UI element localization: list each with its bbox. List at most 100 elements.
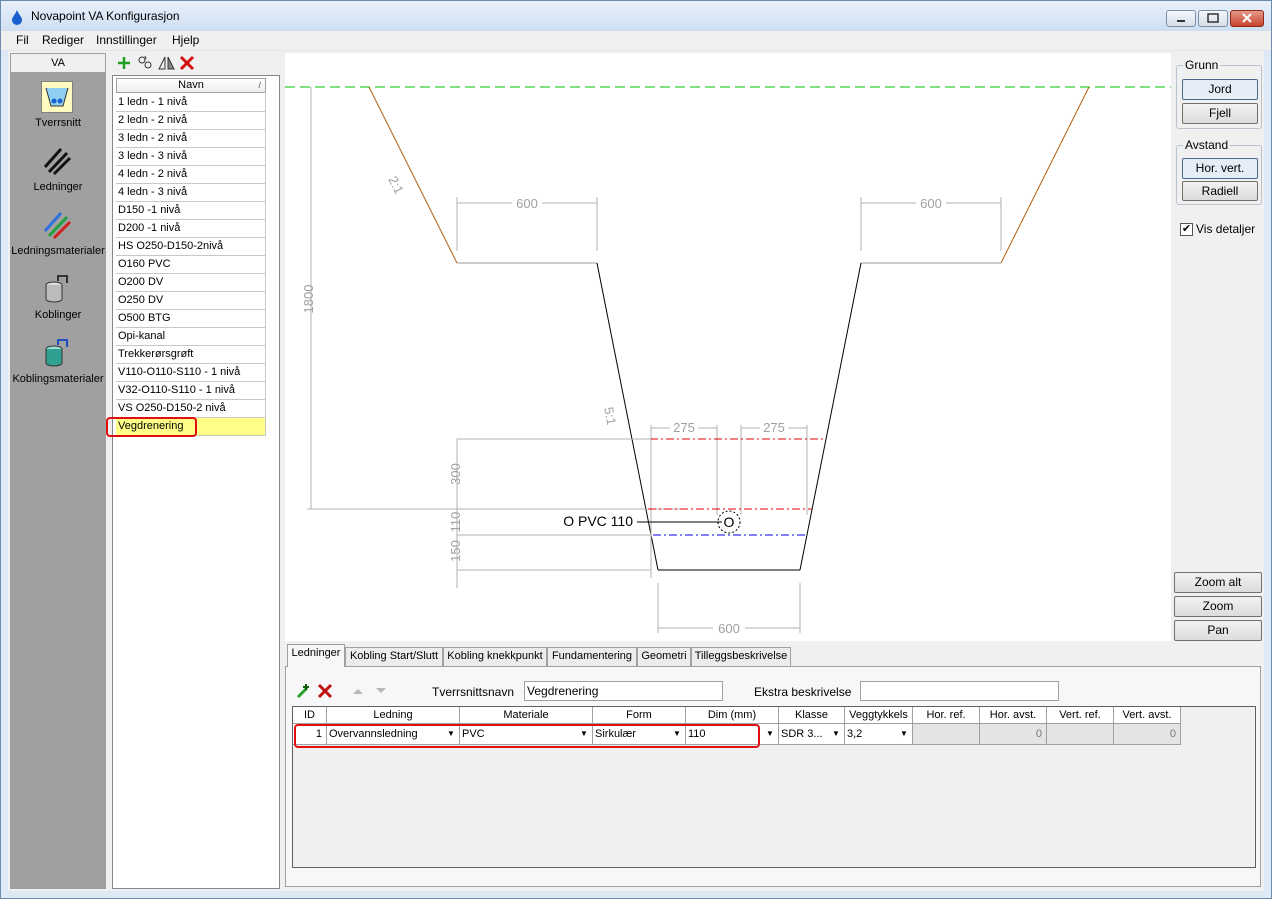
add-row-button[interactable] (294, 683, 312, 702)
tverrsnittsnavn-label: Tverrsnittsnavn (432, 685, 515, 699)
pan-button[interactable]: Pan (1174, 620, 1262, 641)
cross-section-canvas[interactable]: 1800 2:1 5:1 600 600 275 275 300 110 150… (285, 53, 1171, 641)
mirror-button[interactable] (158, 55, 176, 71)
ekstra-beskrivelse-input[interactable] (860, 681, 1059, 701)
delete-row-button[interactable] (317, 683, 333, 702)
list-item[interactable]: 4 ledn - 3 nivå (116, 184, 266, 202)
dim-slope-upper-label: 2:1 (385, 174, 407, 197)
list-item[interactable]: Trekkerørsgrøft (116, 346, 266, 364)
col-vert-ref[interactable]: Vert. ref. (1047, 707, 1114, 724)
col-form[interactable]: Form (593, 707, 686, 724)
couplings-icon (41, 273, 73, 305)
list-item[interactable]: 1 ledn - 1 nivå (116, 94, 266, 112)
list-item[interactable]: 3 ledn - 2 nivå (116, 130, 266, 148)
menu-rediger[interactable]: Rediger (42, 33, 84, 47)
sidebar-item-koblingsmaterialer[interactable]: Koblingsmaterialer (10, 331, 106, 395)
radiell-button[interactable]: Radiell (1182, 181, 1258, 201)
cell-vert-avst[interactable]: 0 (1114, 724, 1181, 745)
sidebar-label-tverrsnitt: Tverrsnitt (35, 117, 81, 129)
sidebar-item-koblinger[interactable]: Koblinger (10, 267, 106, 331)
list-item[interactable]: D150 -1 nivå (116, 202, 266, 220)
delete-button[interactable] (179, 55, 197, 71)
col-id[interactable]: ID (293, 707, 327, 724)
list-item[interactable]: O160 PVC (116, 256, 266, 274)
sidebar: VA Tverrsnitt Ledninger Ledningsmaterial… (10, 53, 106, 889)
menu-bar: Fil Rediger Innstillinger Hjelp (1, 31, 1271, 50)
chevron-down-icon[interactable]: ▼ (897, 726, 911, 741)
add-button[interactable] (116, 55, 134, 71)
tab-kobling-knekkpunkt[interactable]: Kobling knekkpunkt (443, 647, 547, 666)
copy-button[interactable] (137, 55, 155, 71)
col-hor-ref[interactable]: Hor. ref. (913, 707, 980, 724)
dim-pipe-label: 110 (448, 512, 463, 533)
zoom-alt-button[interactable]: Zoom alt (1174, 572, 1262, 593)
list-item[interactable]: VS O250-D150-2 nivå (116, 400, 266, 418)
tab-fundamentering[interactable]: Fundamentering (547, 647, 637, 666)
col-vert-avst[interactable]: Vert. avst. (1114, 707, 1181, 724)
cell-veggtykkels[interactable]: 3,2 ▼ (845, 724, 913, 745)
menu-innstillinger[interactable]: Innstillinger (96, 33, 157, 47)
move-down-button[interactable] (375, 685, 387, 699)
coupling-materials-icon (41, 337, 73, 369)
list-item[interactable]: Opi-kanal (116, 328, 266, 346)
list-item[interactable]: 3 ledn - 3 nivå (116, 148, 266, 166)
tab-page-ledninger: Tverrsnittsnavn Vegdrenering Ekstra besk… (285, 666, 1261, 887)
col-materiale[interactable]: Materiale (460, 707, 593, 724)
hor-vert-button[interactable]: Hor. vert. (1182, 158, 1258, 179)
maximize-icon (1207, 13, 1219, 23)
cell-hor-avst[interactable]: 0 (980, 724, 1047, 745)
vis-detaljer-checkbox[interactable]: ✔ (1180, 223, 1193, 236)
zoom-button[interactable]: Zoom (1174, 596, 1262, 617)
dim-offset-left-label: 275 (673, 420, 695, 435)
col-klasse[interactable]: Klasse (779, 707, 845, 724)
sidebar-item-ledninger[interactable]: Ledninger (10, 139, 106, 203)
tab-geometri[interactable]: Geometri (637, 647, 691, 666)
right-panel: Grunn Jord Fjell Avstand Hor. vert. Radi… (1174, 53, 1264, 641)
tab-ledninger[interactable]: Ledninger (287, 644, 345, 667)
cell-vert-ref[interactable] (1047, 724, 1114, 745)
sidebar-item-ledningsmaterialer[interactable]: Ledningsmaterialer (10, 203, 106, 267)
col-hor-avst[interactable]: Hor. avst. (980, 707, 1047, 724)
tab-tilleggsbeskrivelse[interactable]: Tilleggsbeskrivelse (691, 647, 791, 666)
list-item[interactable]: 2 ledn - 2 nivå (116, 112, 266, 130)
chevron-down-icon[interactable]: ▼ (763, 726, 777, 741)
sidebar-header-va[interactable]: VA (10, 53, 106, 73)
minimize-icon (1177, 20, 1185, 22)
app-window: Novapoint VA Konfigurasjon Fil Rediger I… (0, 0, 1272, 899)
slope-right-upper (1000, 86, 1090, 264)
copy-icon (138, 55, 152, 69)
arrow-down-icon (376, 688, 386, 693)
maximize-button[interactable] (1198, 10, 1228, 27)
list-header-navn[interactable]: Navn / (116, 78, 266, 93)
vis-detaljer-label: Vis detaljer (1196, 222, 1256, 236)
list-item[interactable]: D200 -1 nivå (116, 220, 266, 238)
grunn-label: Grunn (1183, 58, 1221, 72)
col-dim[interactable]: Dim (mm) (686, 707, 779, 724)
menu-fil[interactable]: Fil (16, 33, 29, 47)
col-ledning[interactable]: Ledning (327, 707, 460, 724)
list-item[interactable]: HS O250-D150-2nivå (116, 238, 266, 256)
jord-button[interactable]: Jord (1182, 79, 1258, 100)
close-button[interactable] (1230, 10, 1264, 27)
mirror-icon (158, 56, 175, 70)
water-drop-icon (12, 10, 22, 25)
tab-kobling-start-slutt[interactable]: Kobling Start/Slutt (345, 647, 443, 666)
list-item[interactable]: V32-O110-S110 - 1 nivå (116, 382, 266, 400)
cell-hor-ref[interactable] (913, 724, 980, 745)
list-item[interactable]: V110-O110-S110 - 1 nivå (116, 364, 266, 382)
cell-klasse[interactable]: SDR 3... ▼ (779, 724, 845, 745)
list-item[interactable]: O200 DV (116, 274, 266, 292)
list-item[interactable]: O500 BTG (116, 310, 266, 328)
list-item[interactable]: 4 ledn - 2 nivå (116, 166, 266, 184)
chevron-down-icon[interactable]: ▼ (829, 726, 843, 741)
menu-hjelp[interactable]: Hjelp (172, 33, 199, 47)
move-up-button[interactable] (352, 685, 364, 699)
trench-wall-right (799, 262, 862, 571)
minimize-button[interactable] (1166, 10, 1196, 27)
cross-section-list: Navn / 1 ledn - 1 nivå 2 ledn - 2 nivå 3 l… (112, 75, 280, 889)
fjell-button[interactable]: Fjell (1182, 103, 1258, 124)
list-item[interactable]: O250 DV (116, 292, 266, 310)
sidebar-item-tverrsnitt[interactable]: Tverrsnitt (10, 75, 106, 139)
col-veggtykkels[interactable]: Veggtykkels (845, 707, 913, 724)
tverrsnittsnavn-input[interactable]: Vegdrenering (524, 681, 723, 701)
